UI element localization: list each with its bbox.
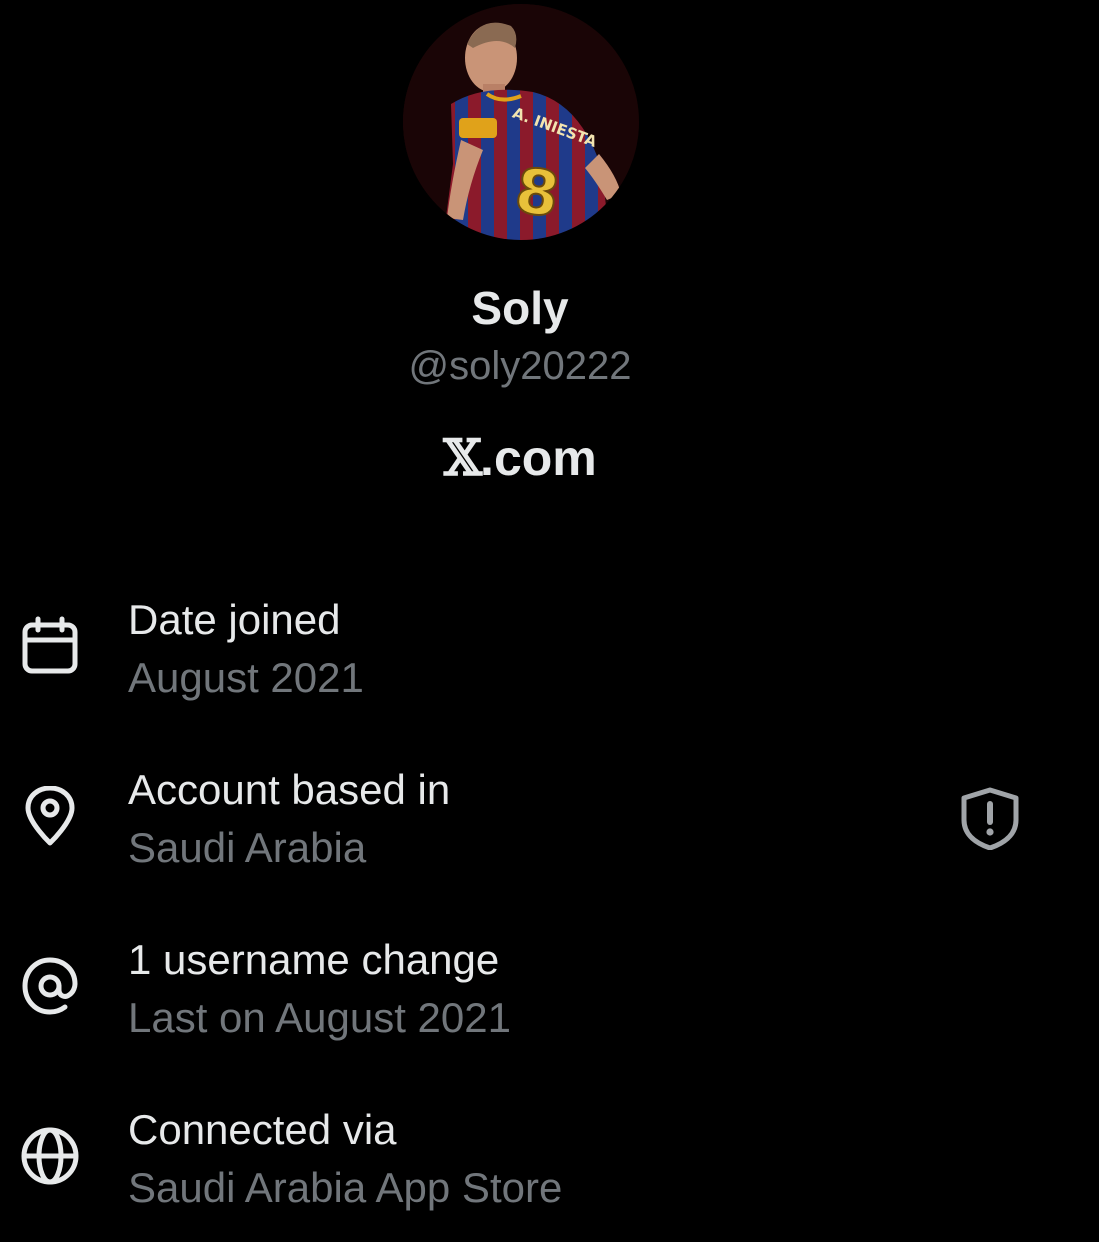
info-title: Account based in xyxy=(128,766,451,813)
x-logo-icon: 𝕏 xyxy=(443,428,482,487)
info-row-account-location: Account based in Saudi Arabia xyxy=(0,762,1099,902)
info-value: Last on August 2021 xyxy=(128,994,511,1041)
info-value: Saudi Arabia xyxy=(128,824,367,871)
globe-icon xyxy=(20,1126,80,1186)
shield-alert-icon[interactable] xyxy=(958,786,1022,850)
info-row-date-joined: Date joined August 2021 xyxy=(0,592,1099,732)
brand-suffix: .com xyxy=(480,430,597,486)
info-value: August 2021 xyxy=(128,654,364,701)
brand-label: 𝕏.com xyxy=(0,428,1040,488)
info-value: Saudi Arabia App Store xyxy=(128,1164,563,1211)
info-row-username-change: 1 username change Last on August 2021 xyxy=(0,932,1099,1072)
profile-avatar[interactable]: 8 A. INIESTA xyxy=(403,4,639,240)
info-title: 1 username change xyxy=(128,936,500,983)
info-title: Date joined xyxy=(128,596,341,643)
display-name: Soly xyxy=(471,282,569,334)
avatar-image: 8 A. INIESTA xyxy=(403,4,639,240)
username-handle: @soly20222 xyxy=(408,344,632,388)
at-sign-icon xyxy=(20,956,80,1016)
info-row-connected-via: Connected via Saudi Arabia App Store xyxy=(0,1102,1099,1242)
info-title: Connected via xyxy=(128,1106,397,1153)
calendar-icon xyxy=(20,616,80,676)
location-pin-icon xyxy=(20,786,80,846)
